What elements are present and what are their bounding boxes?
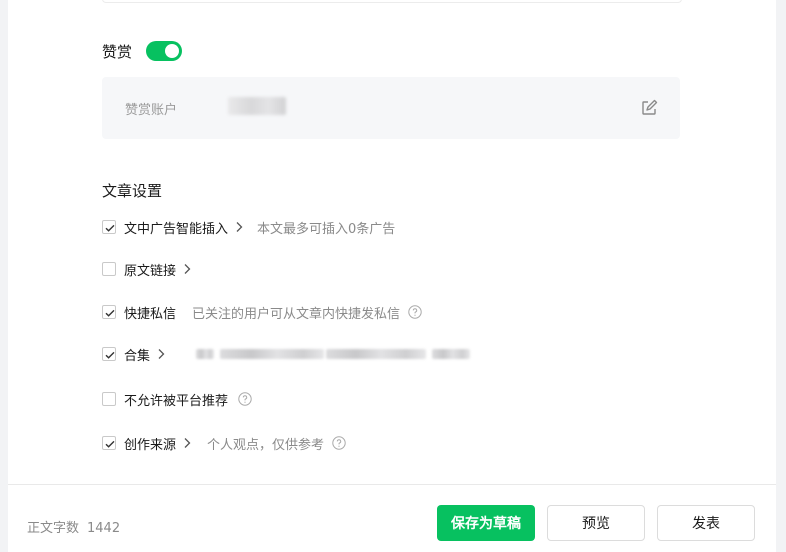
- previous-field-bottom: [102, 0, 682, 3]
- chevron-right-icon[interactable]: [183, 437, 191, 449]
- option-ad-insert-desc: 本文最多可插入0条广告: [257, 221, 396, 237]
- checkbox-check-icon: [105, 440, 115, 448]
- chevron-right-icon[interactable]: [235, 221, 243, 233]
- chevron-right-icon[interactable]: [157, 348, 165, 360]
- option-original-link-checkbox[interactable]: [102, 262, 116, 276]
- collection-value-redacted: [432, 349, 470, 359]
- option-original-link[interactable]: 原文链接: [102, 259, 191, 279]
- chevron-right-icon[interactable]: [183, 263, 191, 275]
- collection-value-redacted: [196, 349, 214, 359]
- option-ad-insert-label[interactable]: 文中广告智能插入: [124, 218, 228, 237]
- option-quick-message-label[interactable]: 快捷私信: [124, 303, 176, 322]
- save-draft-button[interactable]: 保存为草稿: [437, 505, 535, 541]
- article-settings-title: 文章设置: [102, 182, 163, 200]
- reward-row: 赞赏: [102, 40, 183, 62]
- option-creation-source-label[interactable]: 创作来源: [124, 434, 176, 453]
- help-circle-icon[interactable]: [408, 305, 422, 319]
- option-creation-source[interactable]: 创作来源 个人观点，仅供参考: [102, 433, 346, 453]
- checkbox-check-icon: [105, 309, 115, 317]
- option-collection[interactable]: 合集: [102, 344, 165, 364]
- option-creation-source-checkbox[interactable]: [102, 436, 116, 450]
- option-no-recommend-label[interactable]: 不允许被平台推荐: [124, 390, 228, 409]
- reward-toggle[interactable]: [146, 41, 183, 61]
- option-ad-insert[interactable]: 文中广告智能插入 本文最多可插入0条广告: [102, 217, 395, 237]
- checkbox-check-icon: [105, 224, 115, 232]
- collection-value-redacted: [220, 349, 324, 359]
- reward-account-label: 赞赏账户: [125, 103, 178, 118]
- reward-account-panel: 赞赏账户: [102, 77, 680, 139]
- option-original-link-label[interactable]: 原文链接: [124, 260, 176, 279]
- publish-button[interactable]: 发表: [657, 505, 755, 541]
- word-count: 正文字数 1442: [27, 517, 120, 536]
- reward-label: 赞赏: [102, 42, 133, 61]
- preview-button[interactable]: 预览: [547, 505, 645, 541]
- checkbox-check-icon: [105, 351, 115, 359]
- option-ad-insert-checkbox[interactable]: [102, 220, 116, 234]
- help-circle-icon[interactable]: [332, 436, 346, 450]
- word-count-value: 1442: [87, 521, 121, 536]
- toggle-knob: [165, 44, 180, 58]
- collection-value-redacted: [326, 349, 426, 359]
- option-creation-source-desc: 个人观点，仅供参考: [207, 437, 325, 453]
- bottom-action-bar: 正文字数 1442 保存为草稿 预览 发表: [8, 484, 776, 552]
- option-quick-message-desc: 已关注的用户可从文章内快捷发私信: [192, 306, 401, 322]
- help-circle-icon[interactable]: [238, 392, 252, 406]
- option-quick-message[interactable]: 快捷私信 已关注的用户可从文章内快捷发私信: [102, 302, 422, 322]
- option-no-recommend-checkbox[interactable]: [102, 392, 116, 406]
- settings-card: 赞赏 赞赏账户 文章设置 文中广告智能插入 本文最多可插入0条广告 原文链接 快…: [8, 0, 776, 484]
- word-count-label: 正文字数: [27, 521, 80, 536]
- option-collection-label[interactable]: 合集: [124, 345, 150, 364]
- reward-account-value-redacted: [228, 97, 286, 115]
- option-collection-checkbox[interactable]: [102, 347, 116, 361]
- option-quick-message-checkbox[interactable]: [102, 305, 116, 319]
- edit-icon[interactable]: [640, 99, 658, 117]
- option-no-recommend[interactable]: 不允许被平台推荐: [102, 389, 252, 409]
